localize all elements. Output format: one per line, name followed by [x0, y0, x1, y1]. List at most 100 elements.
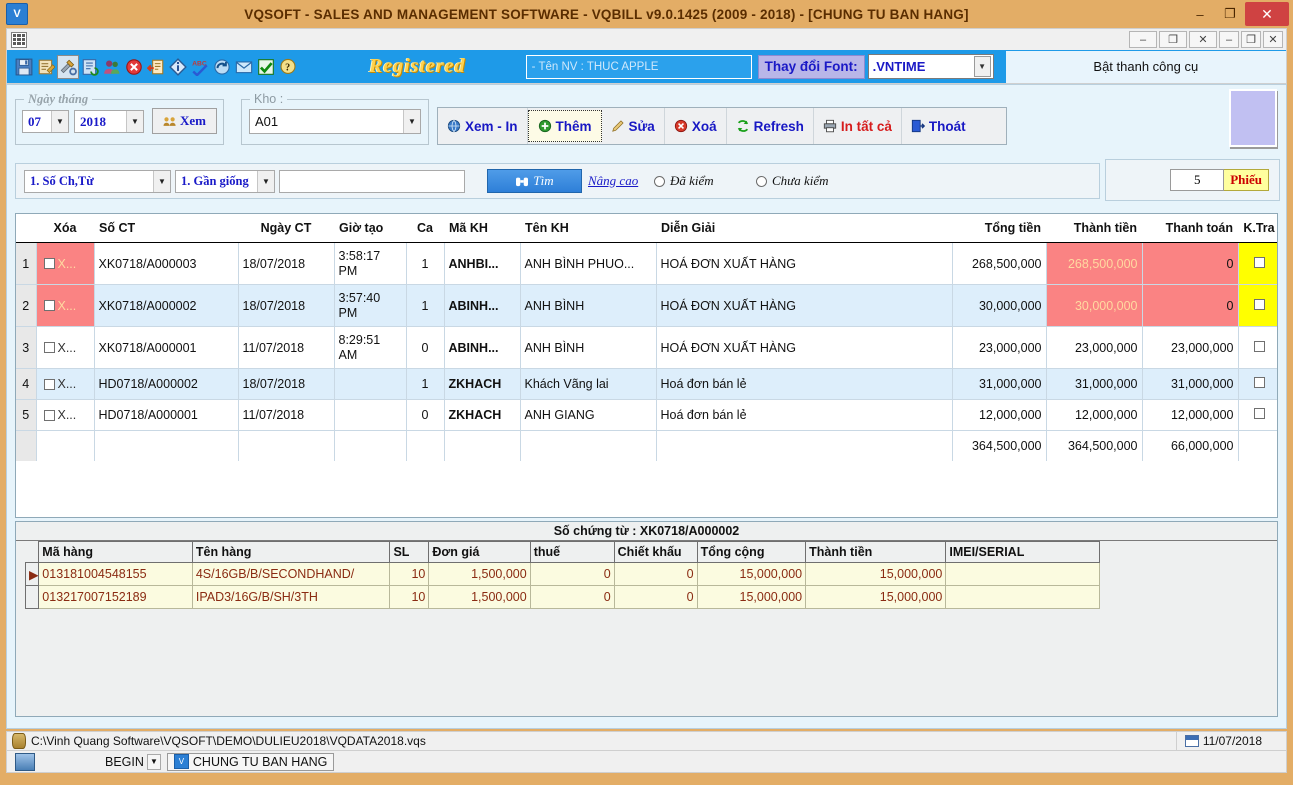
radio-checked[interactable]: Đã kiểm — [654, 173, 714, 189]
th-xoa[interactable]: Xóa — [36, 214, 94, 243]
tools-icon[interactable] — [57, 54, 79, 79]
delete-checkbox[interactable] — [43, 258, 55, 269]
ktra-checkbox[interactable] — [1253, 340, 1265, 352]
th-ma-hang[interactable]: Mã hàng — [38, 541, 193, 563]
month-select[interactable]: 07 ▼ — [22, 110, 69, 133]
start-icon[interactable] — [15, 752, 35, 771]
delete-icon[interactable] — [123, 55, 145, 79]
delete-cell[interactable]: X... — [36, 284, 95, 327]
menu-grid-icon[interactable] — [11, 31, 27, 48]
chevron-down-icon[interactable]: ▼ — [153, 171, 170, 192]
search-field-select[interactable]: 1. Số Ch,Từ ▼ — [24, 170, 171, 193]
th-thanh-toan[interactable]: Thanh toán — [1142, 214, 1238, 243]
chevron-down-icon[interactable]: ▼ — [257, 171, 274, 192]
mdi-child-minimize-button[interactable]: – — [1219, 31, 1239, 48]
th-tong-cong[interactable]: Tổng cộng — [696, 541, 807, 563]
th-tong-tien[interactable]: Tổng tiền — [952, 214, 1046, 243]
year-select[interactable]: 2018 ▼ — [74, 110, 144, 133]
delete-checkbox[interactable] — [43, 342, 55, 353]
th-ten-kh[interactable]: Tên KH — [520, 214, 656, 243]
refresh-document-icon[interactable] — [79, 55, 101, 79]
delete-cell[interactable]: X... — [36, 399, 95, 431]
font-select[interactable]: .VNTIME ▼ — [867, 54, 994, 79]
table-row[interactable]: 3 X... XK0718/A000001 11/07/2018 8:29:51… — [16, 326, 1277, 369]
info-icon[interactable] — [167, 55, 189, 79]
chevron-down-icon[interactable]: ▼ — [403, 110, 420, 133]
help-icon[interactable]: ? — [277, 55, 299, 79]
cell-ktra[interactable] — [1238, 242, 1277, 285]
spellcheck-icon[interactable]: ABC — [189, 55, 211, 79]
minimize-button[interactable]: – — [1185, 4, 1215, 24]
th-don-gia[interactable]: Đơn giá — [428, 541, 531, 563]
close-button[interactable]: ✕ — [1245, 2, 1289, 26]
sync-icon[interactable] — [211, 55, 233, 79]
th-ngay-ct[interactable]: Ngày CT — [238, 214, 334, 243]
advanced-search-link[interactable]: Nâng cao — [588, 173, 638, 189]
th-gio-tao[interactable]: Giờ tạo — [334, 214, 406, 243]
th-sl[interactable]: SL — [389, 541, 430, 563]
th-ca[interactable]: Ca — [406, 214, 444, 243]
ktra-checkbox[interactable] — [1253, 298, 1265, 310]
action-view-print[interactable]: Xem - In — [438, 108, 528, 144]
th-ktra[interactable]: K.Tra — [1238, 214, 1277, 243]
ktra-checkbox[interactable] — [1253, 256, 1265, 268]
th-thanh-tien[interactable]: Thành tiền — [1046, 214, 1142, 243]
th-ten-hang[interactable]: Tên hàng — [191, 541, 391, 563]
check-icon[interactable] — [255, 55, 277, 79]
delete-checkbox[interactable] — [43, 378, 55, 390]
delete-cell[interactable]: X... — [36, 242, 95, 285]
cell-ktra[interactable] — [1238, 368, 1277, 400]
ktra-checkbox[interactable] — [1253, 408, 1265, 419]
radio-unchecked[interactable]: Chưa kiểm — [756, 173, 829, 189]
detail-row[interactable]: 013217007152189 IPAD3/16G/B/SH/3TH 10 1,… — [24, 585, 1100, 609]
save-icon[interactable] — [13, 55, 35, 79]
th-chiet-khau[interactable]: Chiết khấu — [613, 541, 698, 563]
delete-cell[interactable]: X... — [36, 326, 95, 369]
chevron-down-icon[interactable]: ▼ — [51, 111, 68, 132]
mdi-restore-button[interactable]: ❐ — [1159, 31, 1187, 48]
th-so-ct[interactable]: Số CT — [94, 214, 238, 243]
action-exit[interactable]: Thoát — [902, 108, 975, 144]
ktra-checkbox[interactable] — [1253, 377, 1265, 388]
detail-row[interactable]: ▶ 013181004548155 4S/16GB/B/SECONDHAND/ … — [24, 562, 1100, 586]
documents-grid[interactable]: Xóa Số CT Ngày CT Giờ tạo Ca Mã KH Tên K… — [15, 213, 1278, 518]
table-row[interactable]: 5 X... HD0718/A000001 11/07/2018 0 ZKHAC… — [16, 399, 1277, 431]
th-thue[interactable]: thuế — [529, 541, 615, 563]
action-print-all[interactable]: In tất cả — [814, 108, 902, 144]
warehouse-select[interactable]: A01 ▼ — [249, 109, 421, 134]
cell-ktra[interactable] — [1238, 284, 1277, 327]
mdi-child-restore-button[interactable]: ❐ — [1241, 31, 1261, 48]
mdi-minimize-button[interactable]: – — [1129, 31, 1157, 48]
th-dien-giai[interactable]: Diễn Giải — [656, 214, 952, 243]
show-toolbar-label[interactable]: Bật thanh công cụ — [1005, 50, 1286, 83]
action-refresh[interactable]: Refresh — [727, 108, 814, 144]
table-row[interactable]: 1 X... XK0718/A000003 18/07/2018 3:58:17… — [16, 242, 1277, 285]
table-row[interactable]: 4 X... HD0718/A000002 18/07/2018 1 ZKHAC… — [16, 368, 1277, 400]
chevron-down-icon[interactable]: ▼ — [973, 56, 991, 77]
wizard-icon[interactable] — [35, 55, 57, 79]
delete-cell[interactable]: X... — [36, 368, 95, 400]
import-icon[interactable] — [145, 55, 167, 79]
chevron-down-icon[interactable]: ▼ — [126, 111, 143, 132]
taskbar-window-button[interactable]: V CHUNG TU BAN HANG — [166, 752, 335, 771]
detail-table[interactable]: Mã hàng Tên hàng SL Đơn giá thuế Chiết k… — [24, 541, 1100, 609]
th-imei[interactable]: IMEI/SERIAL — [945, 541, 1100, 563]
delete-checkbox[interactable] — [43, 300, 55, 311]
action-add[interactable]: Thêm — [527, 110, 602, 142]
search-input[interactable] — [279, 170, 465, 193]
cell-ktra[interactable] — [1238, 326, 1277, 369]
users-icon[interactable] — [101, 55, 123, 79]
th-thanh-tien-detail[interactable]: Thành tiền — [805, 541, 947, 563]
view-filter-button[interactable]: Xem — [152, 108, 217, 134]
search-match-select[interactable]: 1. Gần giống ▼ — [175, 170, 275, 193]
action-delete[interactable]: Xoá — [665, 108, 727, 144]
th-ma-kh[interactable]: Mã KH — [444, 214, 520, 243]
mail-icon[interactable] — [233, 55, 255, 79]
mdi-close-button[interactable]: ✕ — [1189, 31, 1217, 48]
mdi-child-close-button[interactable]: ✕ — [1263, 31, 1283, 48]
maximize-button[interactable]: ❐ — [1215, 4, 1245, 24]
find-button[interactable]: Tìm — [487, 169, 582, 193]
table-row[interactable]: 2 X... XK0718/A000002 18/07/2018 3:57:40… — [16, 284, 1277, 327]
action-edit[interactable]: Sửa — [602, 108, 665, 144]
delete-checkbox[interactable] — [43, 409, 55, 421]
